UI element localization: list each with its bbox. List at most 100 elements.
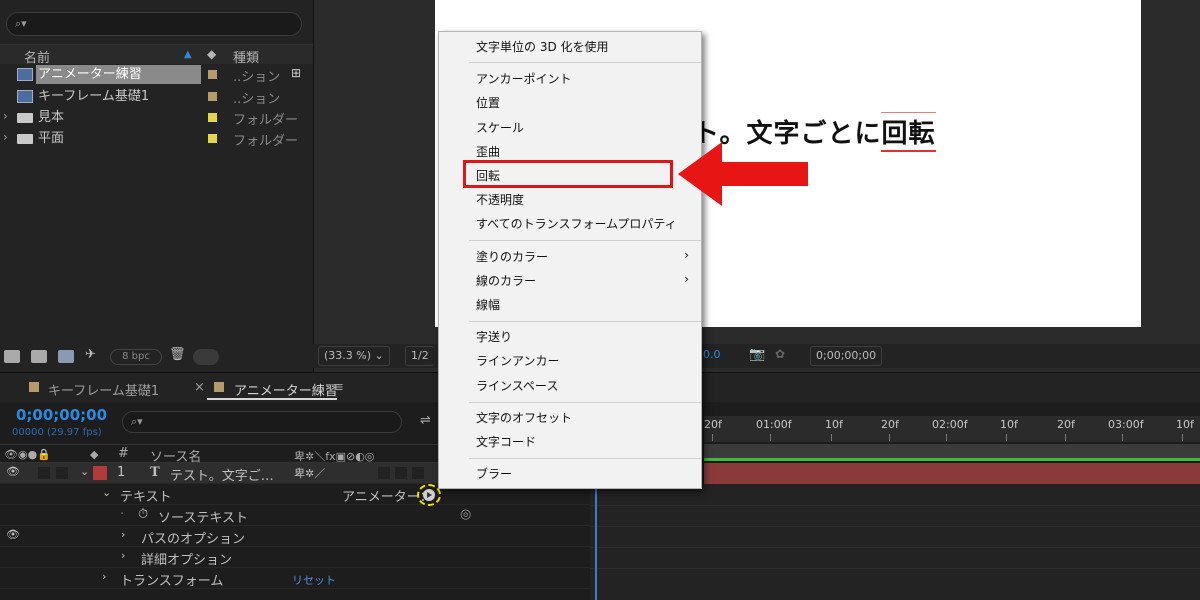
layer-label-color[interactable]	[93, 466, 107, 480]
pick-whip-icon[interactable]: ◎	[460, 507, 471, 522]
menu-item-line-spacing[interactable]: ラインスペース	[476, 377, 558, 394]
project-item[interactable]: › 見本 フォルダー	[0, 107, 313, 128]
panel-menu-icon[interactable]: ≡	[333, 380, 344, 395]
sort-ascending-icon[interactable]: ▲	[184, 49, 192, 60]
comp-flowchart-icon[interactable]: ⇌	[420, 413, 431, 428]
ruler-tick	[1122, 434, 1123, 441]
tab-keyframe-basics[interactable]: キーフレーム基礎1	[48, 380, 159, 399]
label-tag-icon[interactable]: ◆	[207, 47, 216, 61]
work-area-bar[interactable]	[704, 444, 1200, 458]
project-item[interactable]: キーフレーム基礎1 ..ション	[0, 86, 313, 107]
ruler-label: 20f	[704, 418, 722, 431]
audio-toggle[interactable]	[38, 467, 50, 479]
chevron-right-icon[interactable]: ›	[121, 528, 125, 541]
ruler-tick	[889, 434, 890, 441]
layer-switches-icon[interactable]: 卑✲＼fx▣⊘◐◎	[294, 448, 374, 464]
more-options-row[interactable]: › 詳細オプション	[0, 547, 590, 568]
switch-box[interactable]	[395, 467, 407, 479]
menu-item-stroke-width[interactable]: 線幅	[476, 296, 500, 313]
resolution-dropdown[interactable]: 1/2	[405, 346, 434, 366]
stopwatch-icon[interactable]: ⏱	[138, 507, 148, 522]
new-composition-icon[interactable]	[58, 350, 74, 363]
ruler-label: 10f	[1000, 418, 1018, 431]
menu-item-fill-color[interactable]: 塗りのカラー	[476, 248, 548, 265]
interpret-footage-icon[interactable]	[4, 350, 20, 363]
ruler-label: 20f	[881, 418, 899, 431]
current-time-display[interactable]: 0;00;00;00	[16, 406, 107, 424]
project-item-type: フォルダー	[233, 113, 299, 128]
reset-link[interactable]: リセット	[292, 572, 336, 588]
new-folder-icon[interactable]	[31, 350, 47, 363]
show-snapshot-icon[interactable]: ✿	[775, 347, 785, 361]
menu-item-character-offset[interactable]: 文字のオフセット	[476, 409, 572, 426]
more-options-label: 詳細オプション	[141, 553, 233, 568]
project-item[interactable]: アニメーター練習 ..ション ⊞	[0, 64, 313, 85]
ruler-tick	[946, 434, 947, 441]
menu-separator	[469, 240, 701, 241]
viewer-timecode[interactable]: 0;00;00;00	[810, 346, 883, 366]
project-search-input[interactable]: ⌕▾	[6, 12, 302, 36]
label-color-swatch[interactable]	[208, 134, 217, 143]
time-ruler[interactable]: 20f 01:00f 10f 20f 02:00f 10f 20f 03:00f…	[704, 416, 1200, 442]
path-options-row[interactable]: 👁 › パスのオプション	[0, 526, 590, 547]
current-time-indicator[interactable]	[595, 488, 597, 600]
close-tab-icon[interactable]: ×	[194, 380, 205, 395]
bit-depth-button[interactable]: 8 bpc	[110, 349, 162, 365]
project-panel: ⌕▾ 名前 ▲ ◆ 種類 アニメーター練習 ..ション ⊞ キーフレーム基礎1 …	[0, 0, 313, 372]
menu-item-line-anchor[interactable]: ラインアンカー	[476, 352, 560, 369]
timeline-search-input[interactable]: ⌕▾	[122, 411, 402, 433]
property-track-area[interactable]	[590, 484, 1200, 600]
chevron-down-icon[interactable]: ⌄	[80, 465, 89, 478]
label-color-swatch[interactable]	[208, 113, 217, 122]
arrow-shape	[678, 142, 808, 206]
frame-rate-label: 00000 (29.97 fps)	[12, 427, 102, 438]
chevron-right-icon[interactable]: ›	[3, 109, 8, 123]
eye-icon[interactable]: 👁	[6, 528, 20, 541]
track-divider	[590, 526, 1200, 527]
transform-row[interactable]: › トランスフォーム リセット	[0, 568, 590, 589]
chevron-right-icon[interactable]: ›	[102, 570, 106, 583]
transform-label: トランスフォーム	[120, 574, 224, 589]
source-text-row[interactable]: · ⏱ ソーステキスト ◎	[0, 505, 590, 526]
solo-toggle[interactable]	[56, 467, 68, 479]
exposure-value[interactable]: 0.0	[703, 348, 721, 361]
chevron-down-icon[interactable]: ⌄	[102, 486, 111, 499]
toggle-switch[interactable]	[193, 349, 219, 365]
project-bottom-toolbar: ✈ 8 bpc 🗑	[0, 345, 313, 369]
camera-icon[interactable]: 📷	[749, 347, 765, 362]
menu-item-scale[interactable]: スケール	[476, 119, 524, 136]
layer-duration-bar[interactable]	[704, 463, 1200, 484]
menu-item-blur[interactable]: ブラー	[476, 465, 512, 482]
menu-item-anchor-point[interactable]: アンカーポイント	[476, 70, 572, 87]
project-item-type: フォルダー	[233, 134, 299, 149]
menu-separator	[469, 62, 701, 63]
menu-item-opacity[interactable]: 不透明度	[476, 191, 524, 208]
project-item[interactable]: › 平面 フォルダー	[0, 128, 313, 149]
menu-item-character-value[interactable]: 文字コード	[476, 433, 536, 450]
chevron-right-icon[interactable]: ›	[3, 130, 8, 144]
menu-item-position[interactable]: 位置	[476, 94, 500, 111]
trash-icon[interactable]: 🗑	[169, 347, 186, 362]
track-divider	[590, 505, 1200, 506]
flowchart-icon[interactable]: ⊞	[291, 66, 301, 80]
layer-name[interactable]: テスト。文字ご…	[170, 465, 274, 484]
menu-item-skew[interactable]: 歪曲	[476, 143, 500, 160]
tab-animator-practice[interactable]: アニメーター練習	[234, 380, 338, 399]
label-tag-icon[interactable]: ◆	[90, 448, 98, 461]
menu-item-tracking[interactable]: 字送り	[476, 328, 512, 345]
layer-switches[interactable]: 卑✲／	[294, 465, 325, 481]
zoom-value: (33.3 %)	[324, 349, 372, 362]
switch-box[interactable]	[378, 467, 390, 479]
zoom-dropdown[interactable]: (33.3 %) ⌄	[318, 346, 390, 366]
column-number-header[interactable]: #	[118, 446, 129, 461]
av-switches-icon[interactable]: 👁◉●🔒	[4, 448, 51, 461]
eye-icon[interactable]: 👁	[6, 465, 20, 478]
label-color-swatch[interactable]	[208, 70, 217, 79]
chevron-right-icon[interactable]: ›	[121, 549, 125, 562]
menu-item-all-transform[interactable]: すべてのトランスフォームプロパティ	[476, 215, 677, 232]
switch-box[interactable]	[412, 467, 424, 479]
menu-item-stroke-color[interactable]: 線のカラー	[476, 272, 536, 289]
render-queue-icon[interactable]: ✈	[85, 347, 101, 362]
menu-item-enable-3d[interactable]: 文字単位の 3D 化を使用	[476, 38, 609, 55]
label-color-swatch[interactable]	[208, 92, 217, 101]
